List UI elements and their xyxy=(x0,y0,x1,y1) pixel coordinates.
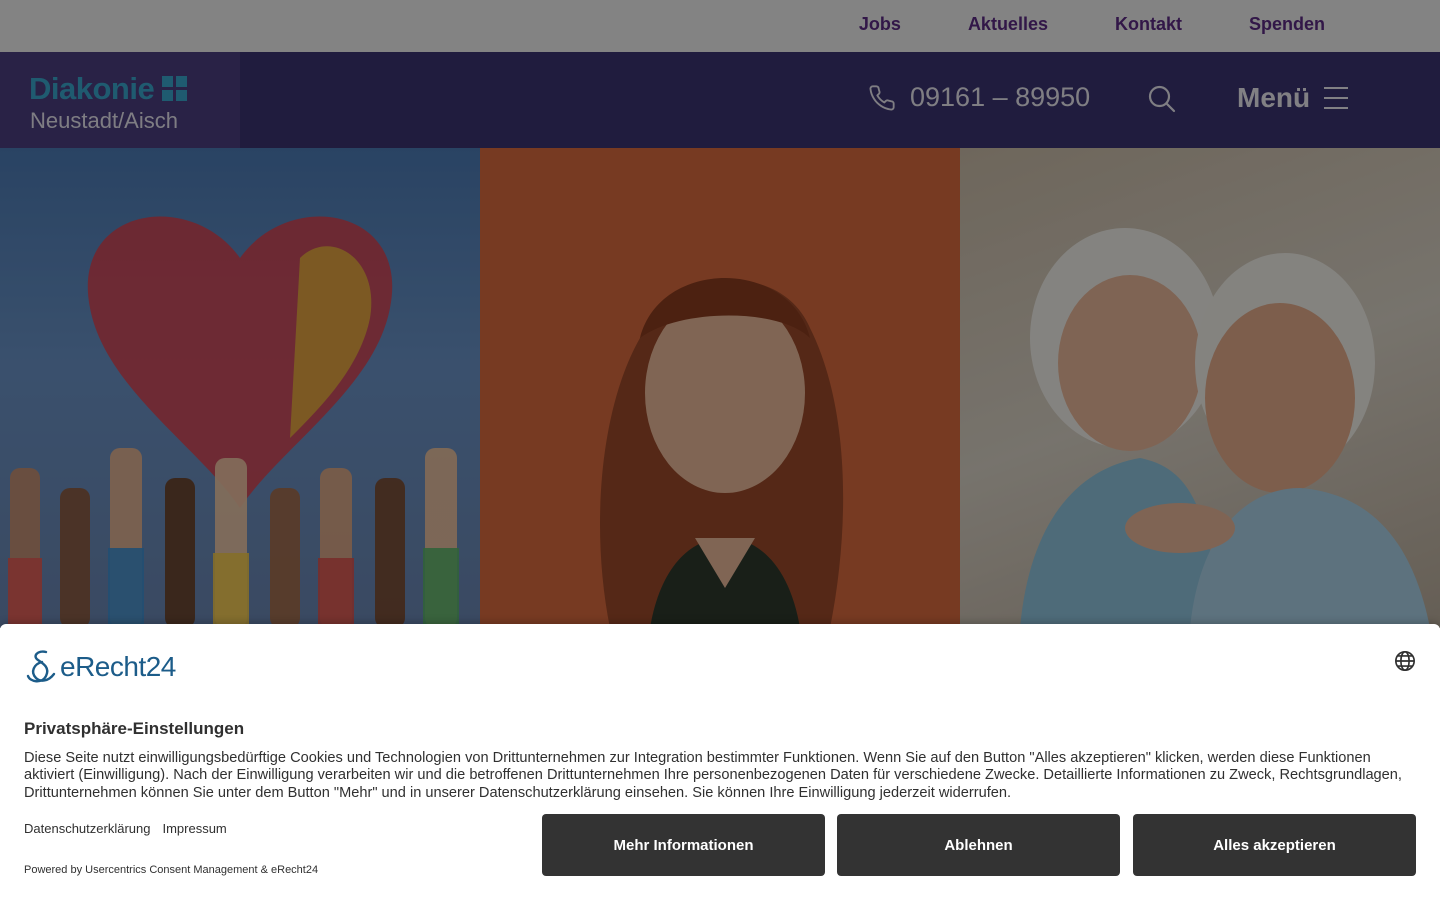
erecht24-wordmark: eRecht24 xyxy=(60,651,176,682)
hero-image-elderly-couple xyxy=(960,148,1440,628)
globe-icon xyxy=(1395,651,1415,671)
more-information-button[interactable]: Mehr Informationen xyxy=(542,814,825,876)
privacy-policy-link[interactable]: Datenschutzerklärung xyxy=(24,821,150,836)
hamburger-icon xyxy=(1324,87,1349,109)
top-nav-kontakt[interactable]: Kontakt xyxy=(1115,14,1182,35)
powered-by-text: Powered by Usercentrics Consent Manageme… xyxy=(24,864,319,876)
logo-subtitle: Neustadt/Aisch xyxy=(30,108,178,133)
accept-all-button[interactable]: Alles akzeptieren xyxy=(1133,814,1416,876)
top-bar: Jobs Aktuelles Kontakt Spenden xyxy=(0,0,1440,52)
phone-number: 09161 – 89950 xyxy=(910,82,1091,112)
imprint-link[interactable]: Impressum xyxy=(162,821,226,836)
consent-links: Datenschutzerklärung Impressum xyxy=(24,821,227,836)
top-nav-aktuelles[interactable]: Aktuelles xyxy=(968,14,1048,35)
logo-wordmark: Diakonie xyxy=(29,71,155,106)
phone-icon xyxy=(869,84,895,110)
top-nav-jobs[interactable]: Jobs xyxy=(859,14,901,35)
logo-main: Diakonie xyxy=(29,71,188,107)
consent-title: Privatsphäre-Einstellungen xyxy=(24,719,245,738)
top-nav-spenden[interactable]: Spenden xyxy=(1249,14,1325,35)
menu-button[interactable]: Menü xyxy=(1237,82,1349,114)
phone-link[interactable]: 09161 – 89950 xyxy=(868,82,1090,113)
language-button[interactable] xyxy=(1394,650,1416,672)
menu-label: Menü xyxy=(1237,82,1311,113)
hero-image-hands-heart xyxy=(0,148,480,628)
consent-description: Diese Seite nutzt einwilligungsbedürftig… xyxy=(24,750,1402,801)
site-logo[interactable]: Diakonie Neustadt/Aisch xyxy=(0,52,240,148)
hero-images xyxy=(0,148,1440,628)
hero-image-woman xyxy=(480,148,960,628)
decline-button[interactable]: Ablehnen xyxy=(837,814,1120,876)
cookie-consent-banner: eRecht24 Privatsphäre-Einstellungen Dies… xyxy=(0,624,1440,900)
search-icon xyxy=(1148,85,1176,113)
erecht24-mark-icon xyxy=(26,650,56,683)
top-nav: Jobs Aktuelles Kontakt Spenden xyxy=(859,0,1325,48)
main-header: Diakonie Neustadt/Aisch 09161 – 89950 Me… xyxy=(0,52,1440,148)
erecht24-logo: eRecht24 xyxy=(24,648,176,686)
search-button[interactable] xyxy=(1147,84,1177,114)
diakonie-cross-icon xyxy=(162,76,188,102)
